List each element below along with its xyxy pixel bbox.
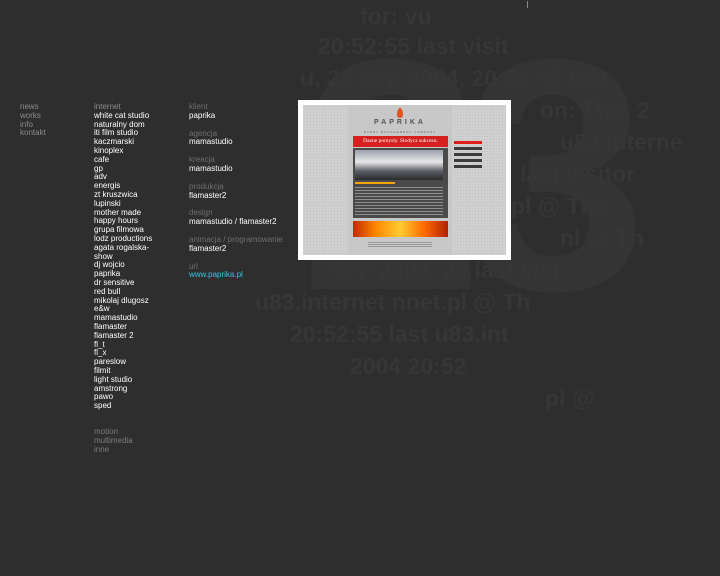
nav-dot: .	[20, 93, 23, 102]
background-text-line: last visitor	[520, 161, 636, 187]
agencja-value: mamastudio	[189, 137, 233, 147]
klient-value: paprika	[189, 110, 216, 120]
background-text-line: 20:52:55 last visit	[318, 33, 509, 59]
preview-menu-item	[454, 153, 482, 156]
project-preview[interactable]: PAPRIKA EVENT MANAGEMENT COMPANY Dazne p…	[298, 100, 511, 260]
preview-headline: Dazne pomysly. Slodycz sukcesu.	[353, 136, 448, 147]
work-item[interactable]: flamaster 2	[94, 331, 184, 341]
background-text-line: for: vu	[360, 3, 432, 29]
works-list: internet white cat studio naturalny dom …	[94, 102, 184, 455]
preview-menu-item	[454, 165, 482, 168]
background-text-line: 20:52:55 last u83.int	[290, 321, 509, 347]
design-value: mamastudio / flamaster2	[189, 217, 277, 227]
background-text-line: u, 23 Sep 2004, 20:52:55 last	[300, 65, 610, 91]
nav-dot: .	[20, 233, 23, 243]
kreacja-value: mamastudio	[189, 163, 233, 173]
preview-menu-item	[454, 159, 482, 162]
nav-dot: .	[20, 163, 23, 173]
preview-text-lines	[355, 187, 443, 215]
project-details: klient paprika agencja mamastudio kreacj…	[189, 102, 299, 289]
background-text-line: u83.interne	[560, 129, 683, 155]
preview-page-column: PAPRIKA EVENT MANAGEMENT COMPANY Dazne p…	[348, 105, 452, 255]
background-text-line: 2004 20:52	[350, 353, 467, 379]
preview-photo	[355, 150, 443, 180]
nav-kontakt[interactable]: kontakt	[20, 129, 46, 138]
preview-flame-icon	[397, 108, 403, 118]
preview-fire-banner	[353, 221, 448, 237]
nav-dot: .	[20, 225, 23, 235]
preview-menu-item	[454, 141, 482, 144]
details-dot: .	[189, 279, 192, 289]
preview-menu	[454, 141, 482, 171]
work-item[interactable]: gp	[94, 164, 184, 174]
produkcja-value: flamaster2	[189, 190, 227, 200]
background-text-line: on: Thu, 2	[540, 97, 650, 123]
nav-dot: .	[20, 154, 23, 164]
preview-logo: PAPRIKA	[374, 119, 426, 126]
project-url-link[interactable]: www.paprika.pl	[189, 271, 299, 280]
nav-dot: .	[20, 207, 23, 217]
work-item[interactable]: fl_t	[94, 340, 184, 350]
nav-dot: .	[20, 181, 23, 191]
cursor-mark	[527, 1, 528, 8]
nav-dot: .	[20, 137, 23, 147]
preview-footer	[368, 242, 432, 248]
category-inne[interactable]: inne	[94, 445, 184, 455]
nav-dot: .	[20, 198, 23, 208]
background-text-line: u83.internet nnet.pl @ Th	[255, 289, 531, 315]
animacja-value: flamaster2	[189, 243, 227, 253]
main-nav: . news works info kontakt . . . . . . . …	[20, 93, 46, 244]
nav-dot: .	[20, 216, 23, 226]
work-item[interactable]: agata rogalska-show	[94, 243, 152, 262]
preview-screenshot: PAPRIKA EVENT MANAGEMENT COMPANY Dazne p…	[303, 105, 506, 255]
preview-content-box	[353, 148, 448, 218]
work-item[interactable]: cafe	[94, 155, 184, 165]
nav-dot: .	[20, 172, 23, 182]
preview-menu-item	[454, 147, 482, 150]
preview-orange-rule	[355, 182, 395, 184]
background-text-line: pl @	[545, 385, 595, 411]
nav-dot: .	[20, 145, 23, 155]
list-dot: .	[94, 409, 97, 419]
background-text-line: Sep 2004, 20 last visi	[330, 257, 559, 283]
nav-dot: .	[20, 189, 23, 199]
work-item[interactable]: sped	[94, 401, 184, 411]
background-text-line: nl @ Th	[560, 225, 644, 251]
